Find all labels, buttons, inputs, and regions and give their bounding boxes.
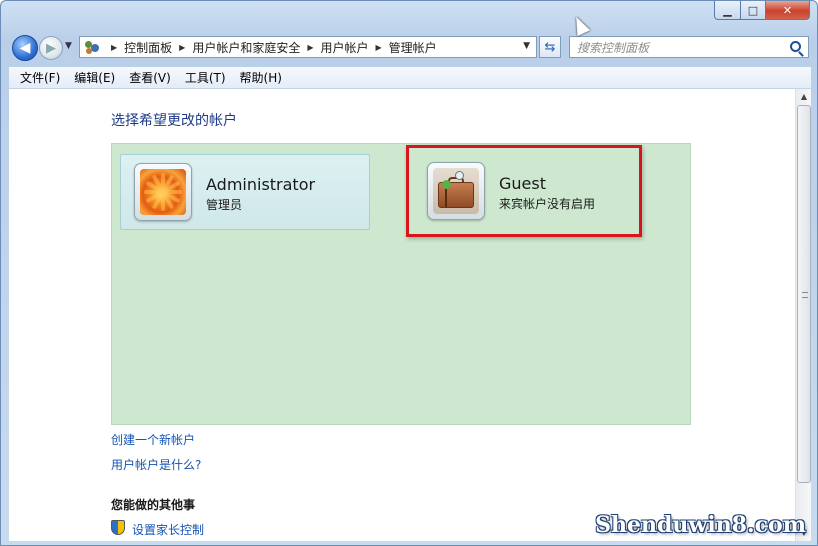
refresh-button[interactable]: ⇆ <box>539 36 561 58</box>
scroll-up-icon[interactable]: ▲ <box>796 89 812 105</box>
account-tile-administrator[interactable]: Administrator 管理员 <box>120 154 370 230</box>
recent-pages-dropdown[interactable]: ▼ <box>65 41 72 51</box>
forward-arrow-icon: ▶ <box>46 40 56 56</box>
flower-avatar-icon <box>140 169 186 215</box>
address-bar[interactable]: ▶ 控制面板 ▶ 用户帐户和家庭安全 ▶ 用户帐户 ▶ 管理帐户 ▼ <box>79 36 537 58</box>
breadcrumb-user-accounts[interactable]: 用户帐户 <box>321 39 369 56</box>
parental-control-link[interactable]: 设置家长控制 <box>132 521 204 538</box>
breadcrumb-control-panel[interactable]: 控制面板 <box>124 39 172 56</box>
search-input[interactable]: 搜索控制面板 <box>569 36 809 58</box>
caption-buttons: ▁ □ ✕ <box>714 1 810 20</box>
uac-shield-icon <box>111 520 125 535</box>
minimize-button[interactable]: ▁ <box>714 1 741 20</box>
address-dropdown-icon[interactable]: ▼ <box>523 41 530 51</box>
content-area: 选择希望更改的帐户 Administrator 管理员 Guest 来宾帐户没有… <box>9 89 795 541</box>
watermark: Shenduwin8.com <box>595 512 806 538</box>
close-button[interactable]: ✕ <box>766 1 810 20</box>
back-arrow-icon: ◀ <box>19 40 31 56</box>
breadcrumb-separator-icon[interactable]: ▶ <box>307 43 313 52</box>
search-icon[interactable] <box>790 41 801 52</box>
breadcrumb-manage-accounts[interactable]: 管理帐户 <box>389 39 437 56</box>
menu-view[interactable]: 查看(V) <box>122 69 178 86</box>
create-account-link[interactable]: 创建一个新帐户 <box>111 431 195 448</box>
menu-edit[interactable]: 编辑(E) <box>67 69 122 86</box>
account-type: 管理员 <box>206 198 243 212</box>
maximize-button[interactable]: □ <box>741 1 766 20</box>
window-frame: ▁ □ ✕ ◀ ▶ ▼ ▶ 控制面板 ▶ 用户帐户和家庭安全 ▶ 用户帐户 ▶ … <box>0 0 818 546</box>
vertical-scrollbar[interactable]: ▲ ▼ <box>795 89 811 541</box>
breadcrumb-separator-icon[interactable]: ▶ <box>179 43 185 52</box>
page-title: 选择希望更改的帐户 <box>111 113 237 129</box>
breadcrumb-user-accounts-family-safety[interactable]: 用户帐户和家庭安全 <box>192 39 300 56</box>
menu-file[interactable]: 文件(F) <box>13 69 67 86</box>
menu-tools[interactable]: 工具(T) <box>178 69 233 86</box>
what-is-user-account-link[interactable]: 用户帐户是什么? <box>111 456 201 473</box>
account-name: Administrator <box>206 175 316 194</box>
back-button[interactable]: ◀ <box>12 35 38 61</box>
forward-button[interactable]: ▶ <box>39 36 63 60</box>
breadcrumb-separator-icon[interactable]: ▶ <box>111 43 117 52</box>
search-placeholder: 搜索控制面板 <box>577 40 650 55</box>
avatar <box>134 163 192 221</box>
highlight-annotation <box>406 145 642 237</box>
scroll-thumb[interactable] <box>797 105 811 483</box>
control-panel-users-icon <box>84 39 100 55</box>
menu-bar: 文件(F) 编辑(E) 查看(V) 工具(T) 帮助(H) <box>9 67 811 89</box>
refresh-icon: ⇆ <box>544 39 556 55</box>
menu-help[interactable]: 帮助(H) <box>233 69 289 86</box>
other-tasks-heading: 您能做的其他事 <box>111 498 196 512</box>
breadcrumb-separator-icon[interactable]: ▶ <box>376 43 382 52</box>
